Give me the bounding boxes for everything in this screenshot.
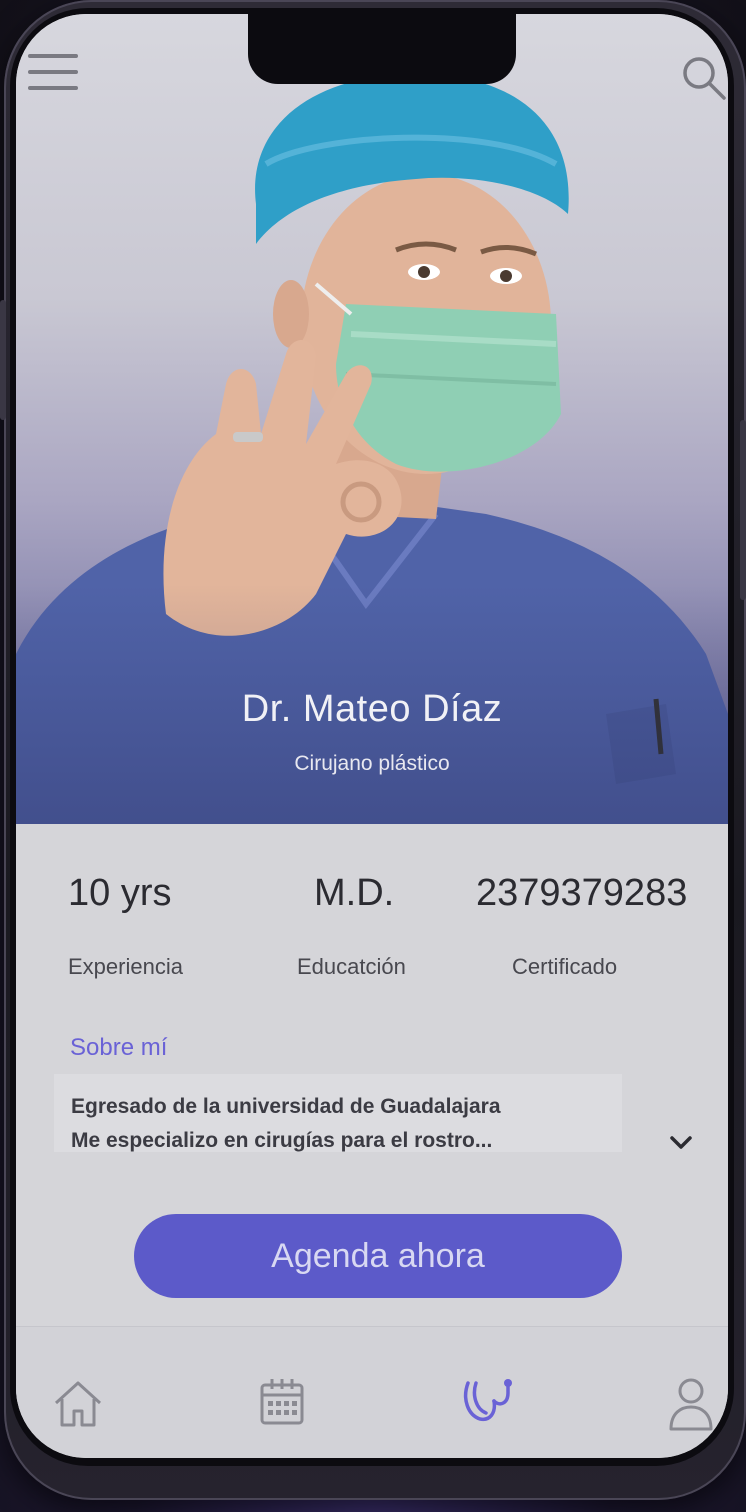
about-title: Sobre mí (70, 1034, 168, 1061)
home-icon[interactable] (48, 1373, 108, 1433)
stethoscope-icon[interactable] (456, 1373, 516, 1433)
doctor-specialty: Cirujano plástico (294, 752, 450, 775)
phone-notch (248, 14, 516, 84)
phone-side-button (740, 420, 746, 600)
search-icon[interactable] (680, 54, 728, 102)
bottom-tab-bar (16, 1326, 728, 1458)
stat-experience-label: Experiencia (68, 954, 183, 979)
doctor-hero: Dr. Mateo Díaz Cirujano plástico (16, 14, 728, 824)
chevron-down-icon[interactable] (666, 1130, 696, 1154)
stat-experience-value: 10 yrs (68, 872, 172, 914)
stat-certificate-value: 2379379283 (476, 872, 688, 914)
profile-icon[interactable] (661, 1373, 721, 1433)
app-screen: Dr. Mateo Díaz Cirujano plástico 10 yrs … (16, 14, 728, 1458)
phone-side-button (0, 300, 6, 420)
hamburger-menu-icon[interactable] (28, 54, 78, 98)
book-now-button[interactable]: Agenda ahora (134, 1214, 622, 1298)
doctor-name: Dr. Mateo Díaz (241, 688, 503, 730)
about-line: Egresado de la universidad de Guadalajar… (71, 1095, 501, 1118)
about-line: Me especializo en cirugías para el rostr… (71, 1129, 493, 1152)
stat-education-value: M.D. (314, 872, 395, 914)
stat-certificate-label: Certificado (512, 954, 618, 979)
about-text: Egresado de la universidad de Guadalajar… (54, 1074, 622, 1152)
stat-education-label: Educatción (297, 954, 406, 979)
calendar-icon[interactable] (252, 1373, 312, 1433)
doctor-stats: 10 yrs Experiencia M.D. Educatción 23793… (16, 872, 728, 982)
